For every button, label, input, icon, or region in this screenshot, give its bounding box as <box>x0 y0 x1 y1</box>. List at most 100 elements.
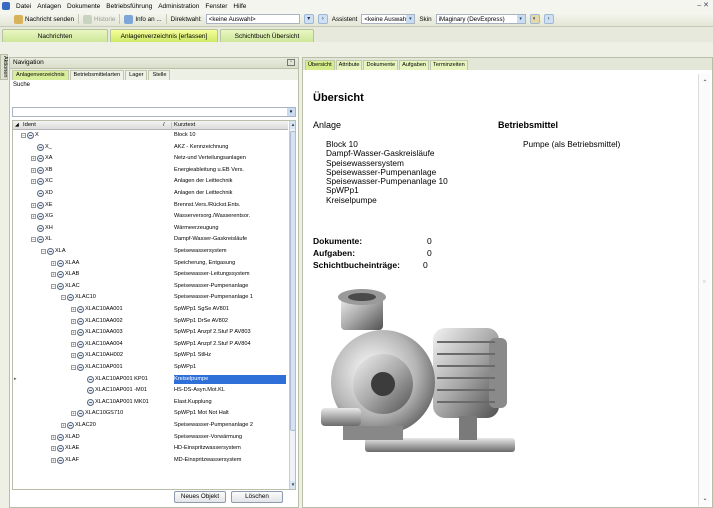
tree-row[interactable]: XH Wärmeerzeugung <box>13 224 288 233</box>
tree-scrollbar[interactable]: ▲ ▼ <box>289 121 295 489</box>
pin-icon[interactable]: ▫ <box>287 59 295 66</box>
expand-icon[interactable]: + <box>61 423 66 428</box>
direktwahl-select[interactable]: <keine Auswahl> <box>205 14 300 24</box>
collapse-icon[interactable]: − <box>61 295 66 301</box>
tree-row[interactable]: − XL Dampf-Wasser-Gaskreisläufe <box>13 235 288 244</box>
scroll-down-arrow[interactable]: ⌄ <box>700 495 710 504</box>
expand-icon[interactable]: + <box>31 179 36 185</box>
menu-hilfe[interactable]: Hilfe <box>233 3 246 10</box>
tab-attribute[interactable]: Attribute <box>335 60 363 70</box>
tab-schichtbuch[interactable]: Schichtbuch Übersicht <box>220 29 314 42</box>
expand-icon[interactable]: + <box>71 353 76 359</box>
assistent-select[interactable]: <keine Auswahl> ▾ <box>361 14 416 24</box>
sort-icon[interactable]: / <box>163 122 165 128</box>
tree-row[interactable]: + XLAC10AA001 SpWPp1 SgSe AV801 <box>13 305 288 314</box>
subtab-betriebsmittelarten[interactable]: Betriebsmittelarten <box>69 70 125 80</box>
menu-administration[interactable]: Administration <box>158 3 199 10</box>
row-kurztext: Kreiselpumpe <box>174 374 286 384</box>
scroll-up-arrow[interactable]: ▲ <box>290 121 295 129</box>
scrollbar-grip[interactable]: ≡ <box>703 279 707 285</box>
count-label-aufgaben: Aufgaben: <box>313 248 356 258</box>
expand-icon[interactable]: + <box>51 457 56 463</box>
menu-fenster[interactable]: Fenster <box>205 3 227 10</box>
detail-scrollbar[interactable]: ⌃ ≡ ⌄ <box>698 74 710 506</box>
next-button[interactable]: › <box>543 14 554 24</box>
tab-dokumente[interactable]: Dokumente <box>363 60 399 70</box>
go-button[interactable]: › <box>317 14 328 24</box>
tree-row[interactable]: + XLAC10AH002 SpWPp1 StlHz <box>13 351 288 360</box>
scrollbar-thumb[interactable] <box>290 131 295 431</box>
subtab-stelle[interactable]: Stelle <box>148 70 171 80</box>
tree-row[interactable]: − XLAC10 Speisewasser-Pumpenanlage 1 <box>13 293 288 302</box>
column-header-kurztext[interactable]: Kurztext <box>171 122 195 130</box>
subtab-anlagenverzeichnis[interactable]: Anlagenverzeichnis <box>12 70 69 80</box>
tree-row[interactable]: + XLAC10AA002 SpWPp1 DrSe AV802 <box>13 317 288 326</box>
tree-row[interactable]: + XLAF MD-Einspritzwassersystem <box>13 456 288 465</box>
expand-icon[interactable]: + <box>31 202 36 208</box>
tree-row[interactable]: − XLAC Speisewasser-Pumpenanlage <box>13 282 288 291</box>
expand-icon[interactable]: + <box>51 434 56 440</box>
tab-anlagenverzeichnis[interactable]: Anlagenverzeichnis [erfassen] <box>110 29 218 42</box>
send-message-button[interactable]: Nachricht senden <box>14 14 74 24</box>
collapse-icon[interactable]: − <box>51 283 56 289</box>
expand-icon[interactable]: + <box>71 411 76 417</box>
tree-row[interactable]: + XLAC10AA003 SpWPp1 Anzpf 2.Stuf P AV803 <box>13 328 288 337</box>
menu-dokumente[interactable]: Dokumente <box>67 3 100 10</box>
skin-select[interactable]: iMaginary (DevExpress) ▾ <box>435 14 526 24</box>
history-button[interactable]: Historie <box>83 14 115 24</box>
window-controls[interactable]: – ✕ <box>697 1 709 9</box>
tree-row[interactable]: + XLAD Speisewasser-Vorwärmung <box>13 433 288 442</box>
tree-row[interactable]: + XC Anlagen der Leittechnik <box>13 177 288 186</box>
tree-row[interactable]: + XE Brennst.Vers./Rückst.Ents. <box>13 201 288 210</box>
tree-row[interactable]: + XG Wasserversorg./Wasserentsor. <box>13 212 288 221</box>
expand-icon[interactable]: + <box>71 318 76 324</box>
delete-button[interactable]: Löschen <box>231 491 283 503</box>
tab-nachrichten[interactable]: Nachrichten <box>2 29 108 42</box>
palette-icon[interactable]: ◐ <box>529 14 540 24</box>
subtab-lager[interactable]: Lager <box>125 70 148 80</box>
tree-row[interactable]: ▸ XLAC10AP001 KP01 Kreiselpumpe <box>13 374 288 384</box>
tree-row[interactable]: + XB Energieableitung u.EB Vers. <box>13 166 288 175</box>
tree-row[interactable]: + XLAB Speisewasser-Leitungssystem <box>13 270 288 279</box>
tree-row[interactable]: X_ AKZ - Kennzeichnung <box>13 143 288 152</box>
search-input[interactable]: ▾ <box>12 107 296 117</box>
tree-row[interactable]: + XLAC10GS710 SpWPp1 Mot Not Halt <box>13 409 288 418</box>
tree-row[interactable]: − X Block 10 <box>13 131 288 140</box>
column-header-ident[interactable]: Ident <box>23 122 36 128</box>
expand-icon[interactable]: + <box>51 260 56 266</box>
new-object-button[interactable]: Neues Objekt <box>174 491 226 503</box>
scroll-down-arrow[interactable]: ▼ <box>290 481 295 489</box>
menu-anlagen[interactable]: Anlagen <box>37 3 61 10</box>
collapse-icon[interactable]: − <box>31 237 36 243</box>
tree-row[interactable]: − XLAC10AP001 SpWPp1 <box>13 363 288 372</box>
collapse-icon[interactable]: − <box>41 249 46 254</box>
tab-terminzeiten[interactable]: Terminzeiten <box>430 60 468 70</box>
expand-icon[interactable]: + <box>31 156 36 162</box>
expand-icon[interactable]: + <box>51 272 56 278</box>
tree-row[interactable]: XLAC10AP001 -M01 HS-DS-Asyn.Mot.KL <box>13 386 288 395</box>
tree-row[interactable]: + XLAE HD-Einspritzwassersystem <box>13 444 288 453</box>
collapse-icon[interactable]: − <box>71 365 76 370</box>
info-an-button[interactable]: Info an ... <box>124 14 162 24</box>
actions-side-tab[interactable]: Aktionen <box>0 54 8 80</box>
dropdown-button[interactable]: ▾ <box>303 14 314 24</box>
menu-datei[interactable]: Datei <box>16 3 31 10</box>
tree-row[interactable]: + XLAC20 Speisewasser-Pumpenanlage 2 <box>13 421 288 430</box>
expand-icon[interactable]: + <box>31 167 36 173</box>
tree-row[interactable]: + XLAA Speicherung, Entgasung <box>13 259 288 268</box>
tree-row[interactable]: XLAC10AP001 MK01 Elast.Kupplung <box>13 398 288 407</box>
menu-betriebsfuehrung[interactable]: Betriebsführung <box>106 3 152 10</box>
tree-row[interactable]: + XA Netz-und Verteilungsanlagen <box>13 154 288 163</box>
collapse-icon[interactable]: − <box>21 133 26 138</box>
expand-icon[interactable]: + <box>71 307 76 312</box>
expand-icon[interactable]: + <box>71 341 76 347</box>
tree-row[interactable]: − XLA Speisewassersystem <box>13 247 288 256</box>
tree-row[interactable]: XD Anlagen der Leittechnik <box>13 189 288 198</box>
tab-uebersicht[interactable]: Übersicht <box>305 60 335 70</box>
tab-aufgaben[interactable]: Aufgaben <box>399 60 430 70</box>
expand-icon[interactable]: + <box>71 330 76 336</box>
expand-icon[interactable]: + <box>31 214 36 220</box>
tree-row[interactable]: + XLAC10AA004 SpWPp1 Anzpf 2.Stuf P AV804 <box>13 340 288 349</box>
expand-icon[interactable]: + <box>51 446 56 452</box>
scroll-up-arrow[interactable]: ⌃ <box>700 79 710 88</box>
